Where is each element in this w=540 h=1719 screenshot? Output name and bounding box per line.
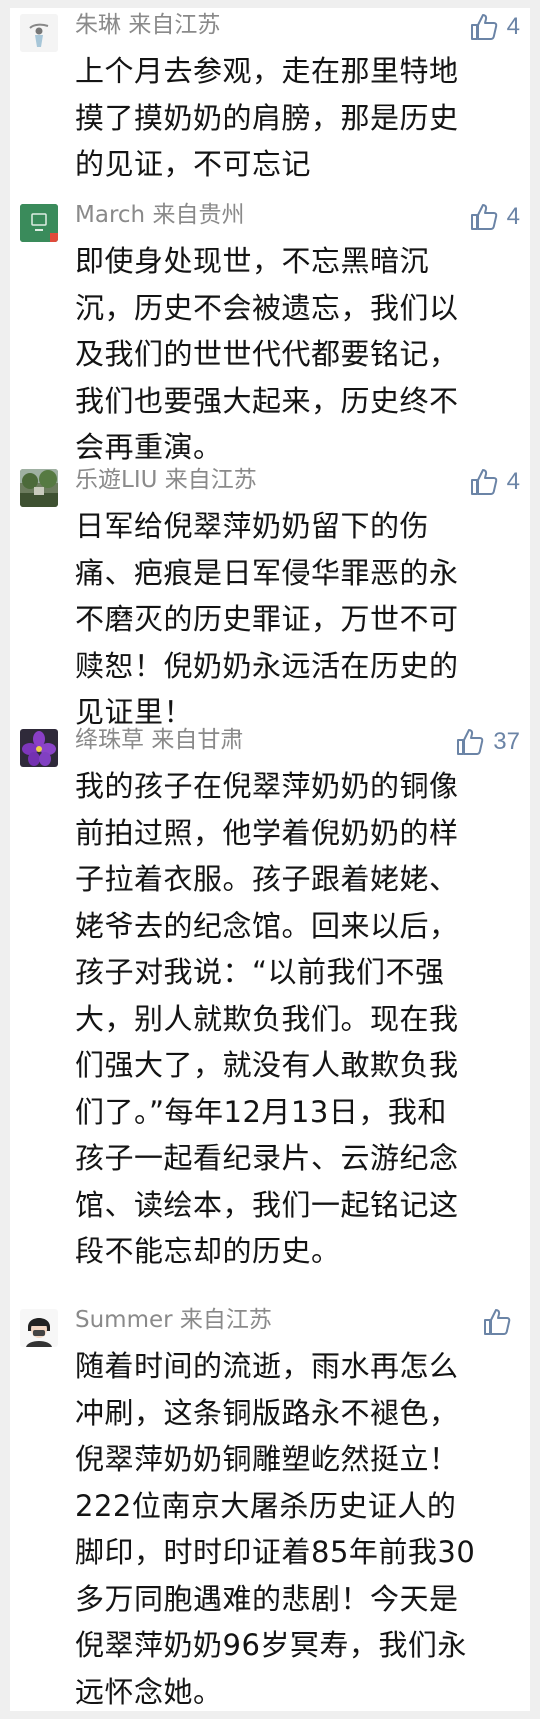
avatar[interactable] — [20, 729, 58, 767]
comment-line: 倪翠萍奶奶铜雕塑屹然挺立！ — [75, 1442, 459, 1476]
commenter-location: 来自甘肃 — [151, 727, 244, 753]
thumbs-up-icon — [470, 204, 497, 230]
comment-text: 我的孩子在倪翠萍奶奶的铜像 前拍过照，他学着倪奶奶的样 子拉着衣服。孩子跟着姥姥… — [75, 763, 515, 1275]
commenter-name[interactable]: Summer — [75, 1307, 173, 1333]
like-button[interactable] — [482, 1303, 520, 1341]
comment-line: 赎恕！倪奶奶永远活在历史的 — [75, 648, 459, 683]
like-count: 4 — [506, 203, 520, 230]
avatar[interactable] — [20, 469, 58, 507]
commenter-info: 绛珠草 来自甘肃 — [75, 723, 243, 757]
commenter-name[interactable]: 绛珠草 — [75, 727, 144, 753]
comment-line: 即使身处现世，不忘黑暗沉 — [75, 244, 430, 278]
commenter-name[interactable]: 乐遊LIU — [75, 467, 157, 493]
comment-text: 日军给倪翠萍奶奶留下的伤 痛、疤痕是日军侵华罪恶的永 不磨灭的历史罪证，万世不可… — [75, 503, 515, 736]
comment-item: 乐遊LIU 来自江苏 4 日军给倪翠萍奶奶留下的伤 痛、疤痕是日军侵华罪恶的永 … — [10, 463, 530, 729]
comment-item: 朱琳 来自江苏 4 上个月去参观，走在那里特地 摸了摸奶奶的肩膀，那是历史 的见… — [10, 8, 530, 193]
commenter-info: March 来自贵州 — [75, 198, 244, 232]
comment-line: 们强大了，就没有人敢欺负我 — [75, 1048, 459, 1082]
thumbs-up-icon — [470, 14, 497, 40]
comment-line: 的见证，不可忘记 — [75, 147, 312, 181]
comment-item: 绛珠草 来自甘肃 37 我的孩子在倪翠萍奶奶的铜像 前拍过照，他学着倪奶奶的样 … — [10, 723, 530, 1303]
commenter-location: 来自贵州 — [152, 202, 245, 228]
comment-line: 大，别人就欺负我们。现在我 — [75, 1001, 459, 1036]
comment-line: 脚印，时时印证着85年前我30 — [75, 1535, 476, 1569]
thumbs-up-icon — [457, 729, 484, 755]
comment-line: 段不能忘却的历史。 — [75, 1234, 341, 1268]
comment-line: 前拍过照，他学着倪奶奶的样 — [75, 815, 459, 850]
comment-line: 随着时间的流逝，雨水再怎么 — [75, 1349, 459, 1383]
commenter-info: 乐遊LIU 来自江苏 — [75, 463, 257, 497]
comment-line: 们了。”每年12月13日，我和 — [75, 1094, 447, 1129]
comment-line: 痛、疤痕是日军侵华罪恶的永 — [75, 555, 459, 590]
like-count: 4 — [506, 13, 520, 40]
avatar[interactable] — [20, 1309, 58, 1347]
commenter-name[interactable]: 朱琳 — [75, 12, 121, 38]
like-button[interactable]: 4 — [469, 463, 520, 501]
comment-line: 222位南京大屠杀历史证人的 — [75, 1488, 457, 1523]
comment-line: 冲刷，这条铜版路永不褪色， — [75, 1395, 459, 1430]
like-button[interactable]: 37 — [455, 723, 520, 761]
comment-line: 不磨灭的历史罪证，万世不可 — [75, 602, 459, 636]
commenter-location: 来自江苏 — [128, 12, 221, 38]
thumbs-up-icon — [484, 1309, 511, 1335]
like-button[interactable]: 4 — [469, 8, 520, 46]
comment-text: 即使身处现世，不忘黑暗沉 沉，历史不会被遗忘，我们以 及我们的世世代代都要铭记，… — [75, 238, 515, 471]
comment-line: 姥爷去的纪念馆。回来以后， — [75, 908, 459, 943]
comment-line: 我们也要强大起来，历史终不 — [75, 383, 459, 418]
like-count: 37 — [493, 728, 520, 755]
like-count: 4 — [506, 468, 520, 495]
comment-text: 随着时间的流逝，雨水再怎么 冲刷，这条铜版路永不褪色， 倪翠萍奶奶铜雕塑屹然挺立… — [75, 1343, 515, 1715]
comment-line: 子拉着衣服。孩子跟着姥姥、 — [75, 862, 459, 896]
commenter-location: 来自江苏 — [179, 1307, 272, 1333]
avatar[interactable] — [20, 204, 58, 242]
comment-line: 及我们的世世代代都要铭记， — [75, 337, 459, 371]
comment-item: Summer 来自江苏 随着时间的流逝，雨水再怎么 冲刷，这条铜版路永不褪色， … — [10, 1303, 530, 1711]
comment-line: 多万同胞遇难的悲剧！今天是 — [75, 1581, 459, 1616]
commenter-info: 朱琳 来自江苏 — [75, 8, 220, 42]
like-button[interactable]: 4 — [469, 198, 520, 236]
commenter-location: 来自江苏 — [164, 467, 257, 493]
comment-line: 日军给倪翠萍奶奶留下的伤 — [75, 509, 430, 543]
comment-line: 上个月去参观，走在那里特地 — [75, 54, 459, 88]
comment-line: 我的孩子在倪翠萍奶奶的铜像 — [75, 769, 459, 803]
commenter-info: Summer 来自江苏 — [75, 1303, 272, 1337]
comment-item: March 来自贵州 4 即使身处现世，不忘黑暗沉 沉，历史不会被遗忘，我们以 … — [10, 198, 530, 464]
comment-text: 上个月去参观，走在那里特地 摸了摸奶奶的肩膀，那是历史 的见证，不可忘记 — [75, 48, 515, 188]
comment-line: 摸了摸奶奶的肩膀，那是历史 — [75, 100, 459, 135]
comment-line: 馆、读绘本，我们一起铭记这 — [75, 1187, 459, 1222]
thumbs-up-icon — [470, 469, 497, 495]
comment-line: 倪翠萍奶奶96岁冥寿，我们永 — [75, 1628, 467, 1662]
comment-line: 远怀念她。 — [75, 1674, 223, 1709]
comment-list: 朱琳 来自江苏 4 上个月去参观，走在那里特地 摸了摸奶奶的肩膀，那是历史 的见… — [10, 8, 530, 1711]
comment-line: 孩子一起看纪录片、云游纪念 — [75, 1141, 459, 1175]
comment-line: 沉，历史不会被遗忘，我们以 — [75, 290, 459, 325]
commenter-name[interactable]: March — [75, 202, 145, 228]
comment-line: 孩子对我说：“以前我们不强 — [75, 955, 445, 989]
avatar[interactable] — [20, 14, 58, 52]
